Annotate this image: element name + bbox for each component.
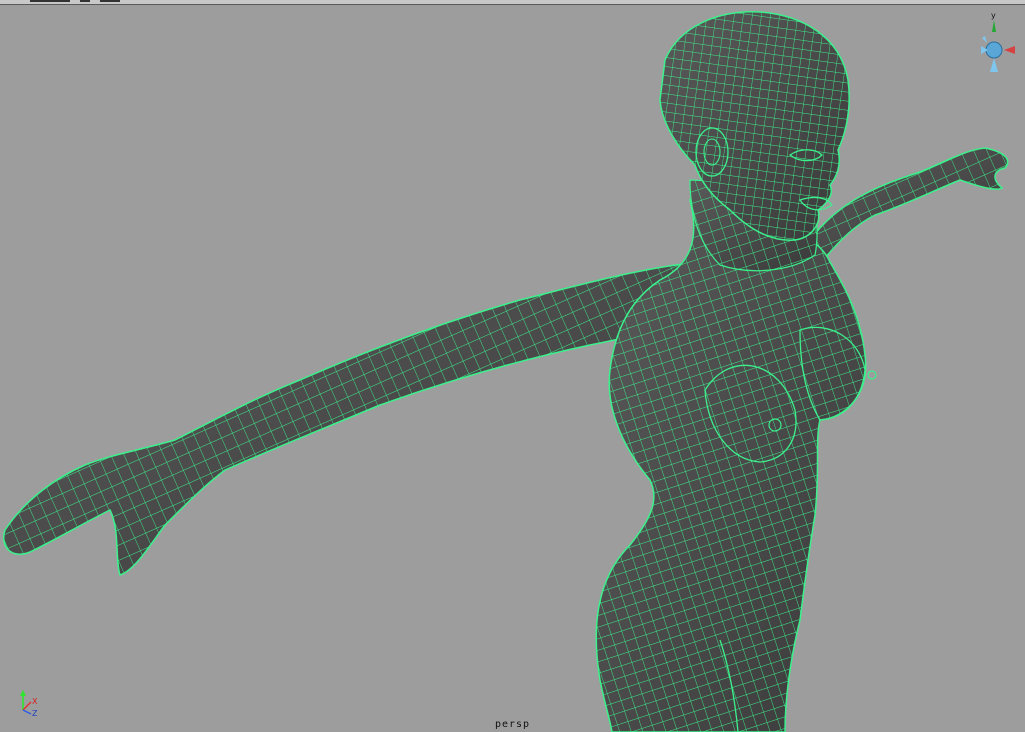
axis-gizmo-icon: X Z (20, 690, 38, 718)
axis-z-label: Z (32, 709, 38, 718)
perspective-viewport[interactable]: y X Z persp (0, 0, 1025, 732)
axis-x-label: X (32, 697, 38, 706)
character-mesh[interactable] (0, 0, 1025, 732)
head-mesh (659, 11, 850, 241)
view-compass-y-label: y (991, 11, 996, 20)
view-compass-icon[interactable]: y (981, 10, 1025, 76)
left-arm-mesh (3, 261, 716, 576)
camera-name-label: persp (494, 719, 531, 730)
